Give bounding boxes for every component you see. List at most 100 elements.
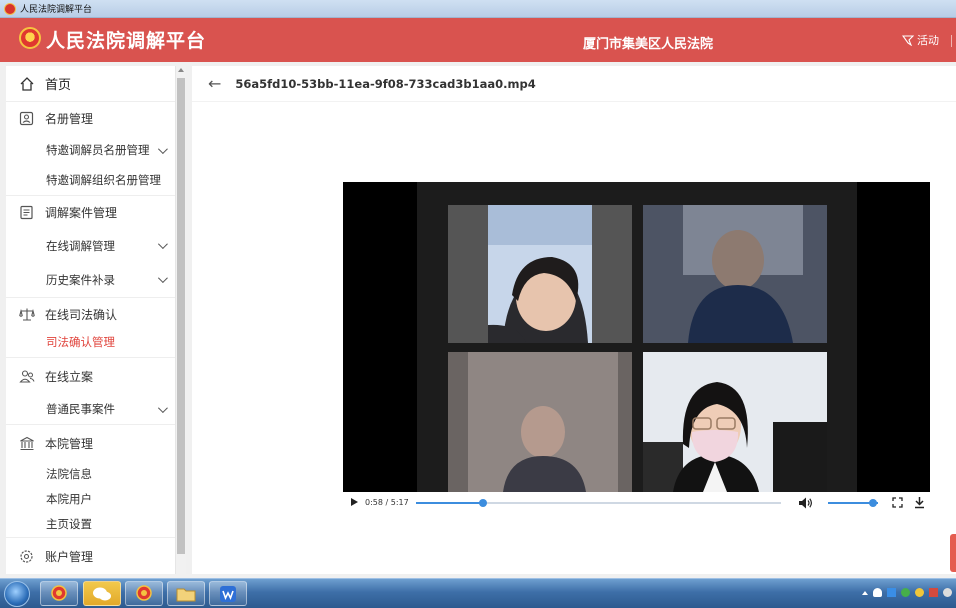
video-file-name: 56a5fd10-53bb-11ea-9f08-733cad3b1aa0.mp4 — [235, 76, 536, 91]
video-controls: 0:58 / 5:17 — [343, 492, 930, 514]
seek-bar[interactable] — [416, 499, 781, 507]
sidebar-item-label: 首页 — [45, 78, 72, 93]
sidebar-group-title[interactable]: 在线司法确认 — [6, 298, 175, 331]
volume-slider-handle[interactable] — [869, 499, 877, 507]
sidebar-item-court-info[interactable]: 法院信息 — [6, 461, 175, 486]
download-icon[interactable] — [914, 496, 925, 511]
scroll-up-arrow-icon[interactable] — [178, 68, 184, 72]
notification-bell-icon[interactable] — [873, 588, 882, 597]
sidebar-group-title[interactable]: 调解案件管理 — [6, 196, 175, 229]
sidebar-item-label: 历史案件补录 — [46, 272, 115, 287]
sidebar-item-label: 本院用户 — [46, 491, 92, 506]
sidebar-group-label: 账户管理 — [45, 549, 94, 564]
sidebar-item-mediator-roster[interactable]: 特邀调解员名册管理 — [6, 135, 175, 165]
document-icon — [18, 204, 35, 221]
sidebar-home-group: 首页 — [6, 66, 175, 102]
sidebar-item-label: 特邀调解组织名册管理 — [46, 173, 161, 187]
tray-user-icon[interactable] — [943, 588, 952, 597]
sidebar-item-civil-cases[interactable]: 普通民事案件 — [6, 394, 175, 424]
sidebar-item-label: 司法确认管理 — [46, 335, 115, 349]
sidebar-item-label: 特邀调解员名册管理 — [46, 143, 150, 157]
sidebar-group-title[interactable]: 本院管理 — [6, 425, 175, 461]
home-icon — [18, 75, 35, 92]
sidebar-item-label: 普通民事案件 — [46, 402, 115, 416]
participant-4-image — [643, 352, 827, 492]
video-header: ← 56a5fd10-53bb-11ea-9f08-733cad3b1aa0.m… — [192, 66, 956, 102]
tray-app-yellow-icon[interactable] — [915, 588, 924, 597]
video-tile-participant-3 — [448, 352, 632, 492]
play-icon[interactable] — [351, 498, 358, 506]
back-arrow-icon[interactable]: ← — [208, 74, 221, 93]
sidebar-group-label: 在线司法确认 — [45, 308, 118, 322]
sidebar-scrollbar[interactable] — [176, 66, 186, 574]
tray-app-green-icon[interactable] — [901, 588, 910, 597]
activity-link[interactable]: 活动 — [902, 32, 939, 48]
playback-time: 0:58 / 5:17 — [365, 498, 409, 507]
sidebar-item-org-roster[interactable]: 特邀调解组织名册管理 — [6, 165, 175, 195]
sidebar-item-history-cases[interactable]: 历史案件补录 — [6, 262, 175, 297]
tray-expand-icon[interactable] — [862, 590, 868, 595]
app-header: 人民法院调解平台 厦门市集美区人民法院 活动 — [0, 18, 956, 62]
sidebar-group-roster: 名册管理 特邀调解员名册管理 特邀调解组织名册管理 — [6, 102, 175, 196]
windows-taskbar — [0, 578, 956, 608]
folder-icon — [176, 588, 196, 601]
taskbar-wechat[interactable] — [83, 581, 121, 606]
tray-app-blue-icon[interactable] — [887, 588, 896, 597]
sidebar-item-judicial-confirm[interactable]: 司法确认管理 — [6, 331, 175, 357]
gear-icon — [18, 548, 35, 565]
activity-label: 活动 — [917, 34, 939, 47]
sidebar-group-title[interactable]: 在线立案 — [6, 358, 175, 394]
flag-icon — [902, 34, 914, 46]
app-title[interactable]: 人民法院调解平台 — [46, 26, 206, 53]
participant-2-image — [643, 205, 827, 343]
taskbar-explorer[interactable] — [167, 581, 205, 606]
taskbar-court-app[interactable] — [40, 581, 78, 606]
wps-icon — [220, 585, 236, 602]
sidebar-group-title[interactable]: 名册管理 — [6, 102, 175, 135]
sidebar-item-homepage-settings[interactable]: 主页设置 — [6, 511, 175, 537]
court-app-icon — [51, 584, 67, 601]
tray-app-flag-icon[interactable] — [929, 588, 938, 597]
taskbar-mediation-app[interactable] — [125, 581, 163, 606]
main-content: ← 56a5fd10-53bb-11ea-9f08-733cad3b1aa0.m… — [192, 66, 956, 574]
sidebar-group-judicial: 在线司法确认 司法确认管理 — [6, 298, 175, 358]
court-emblem-logo — [19, 27, 41, 49]
sidebar-group-label: 调解案件管理 — [45, 206, 118, 220]
window-title-bar: 人民法院调解平台 — [0, 0, 956, 18]
fullscreen-icon[interactable] — [892, 497, 903, 510]
floating-side-tab[interactable] — [950, 534, 956, 572]
chevron-down-icon — [157, 273, 168, 284]
roster-icon — [18, 110, 35, 127]
sidebar-group-label: 本院管理 — [45, 436, 94, 451]
volume-icon[interactable] — [798, 496, 814, 512]
sidebar-item-court-users[interactable]: 本院用户 — [6, 486, 175, 511]
sidebar-item-label: 法院信息 — [46, 466, 92, 481]
sidebar-scrollbar-thumb[interactable] — [177, 78, 185, 554]
mediation-app-icon — [136, 584, 152, 601]
seek-bar-handle[interactable] — [478, 499, 487, 507]
sidebar-item-online-mediation[interactable]: 在线调解管理 — [6, 229, 175, 262]
sidebar-item-label: 主页设置 — [46, 517, 92, 531]
seek-bar-fill — [416, 502, 483, 504]
chevron-down-icon — [157, 239, 168, 250]
sidebar-group-court: 本院管理 法院信息 本院用户 主页设置 — [6, 425, 175, 538]
system-tray — [862, 588, 952, 597]
participant-3-image — [448, 352, 632, 492]
wechat-icon — [93, 587, 111, 600]
taskbar-wps[interactable] — [209, 581, 247, 606]
sidebar: 首页 名册管理 特邀调解员名册管理 特邀调解组织名册管理 调解案件管理 在线调解… — [6, 66, 176, 574]
sidebar-item-home[interactable]: 首页 — [6, 66, 175, 101]
sidebar-group-label: 在线立案 — [45, 369, 94, 384]
sidebar-group-filing: 在线立案 普通民事案件 — [6, 358, 175, 425]
window-title: 人民法院调解平台 — [20, 5, 93, 15]
start-button[interactable] — [4, 581, 30, 607]
volume-slider[interactable] — [828, 499, 878, 507]
video-player[interactable]: 0:58 / 5:17 — [343, 182, 930, 514]
sidebar-group-label: 名册管理 — [45, 112, 94, 126]
chevron-down-icon — [157, 143, 168, 154]
sidebar-group-title[interactable]: 账户管理 — [6, 538, 175, 574]
video-call-grid — [417, 182, 857, 492]
sidebar-group-cases: 调解案件管理 在线调解管理 历史案件补录 — [6, 196, 175, 298]
chevron-down-icon — [157, 402, 168, 413]
video-tile-participant-2 — [643, 205, 827, 343]
